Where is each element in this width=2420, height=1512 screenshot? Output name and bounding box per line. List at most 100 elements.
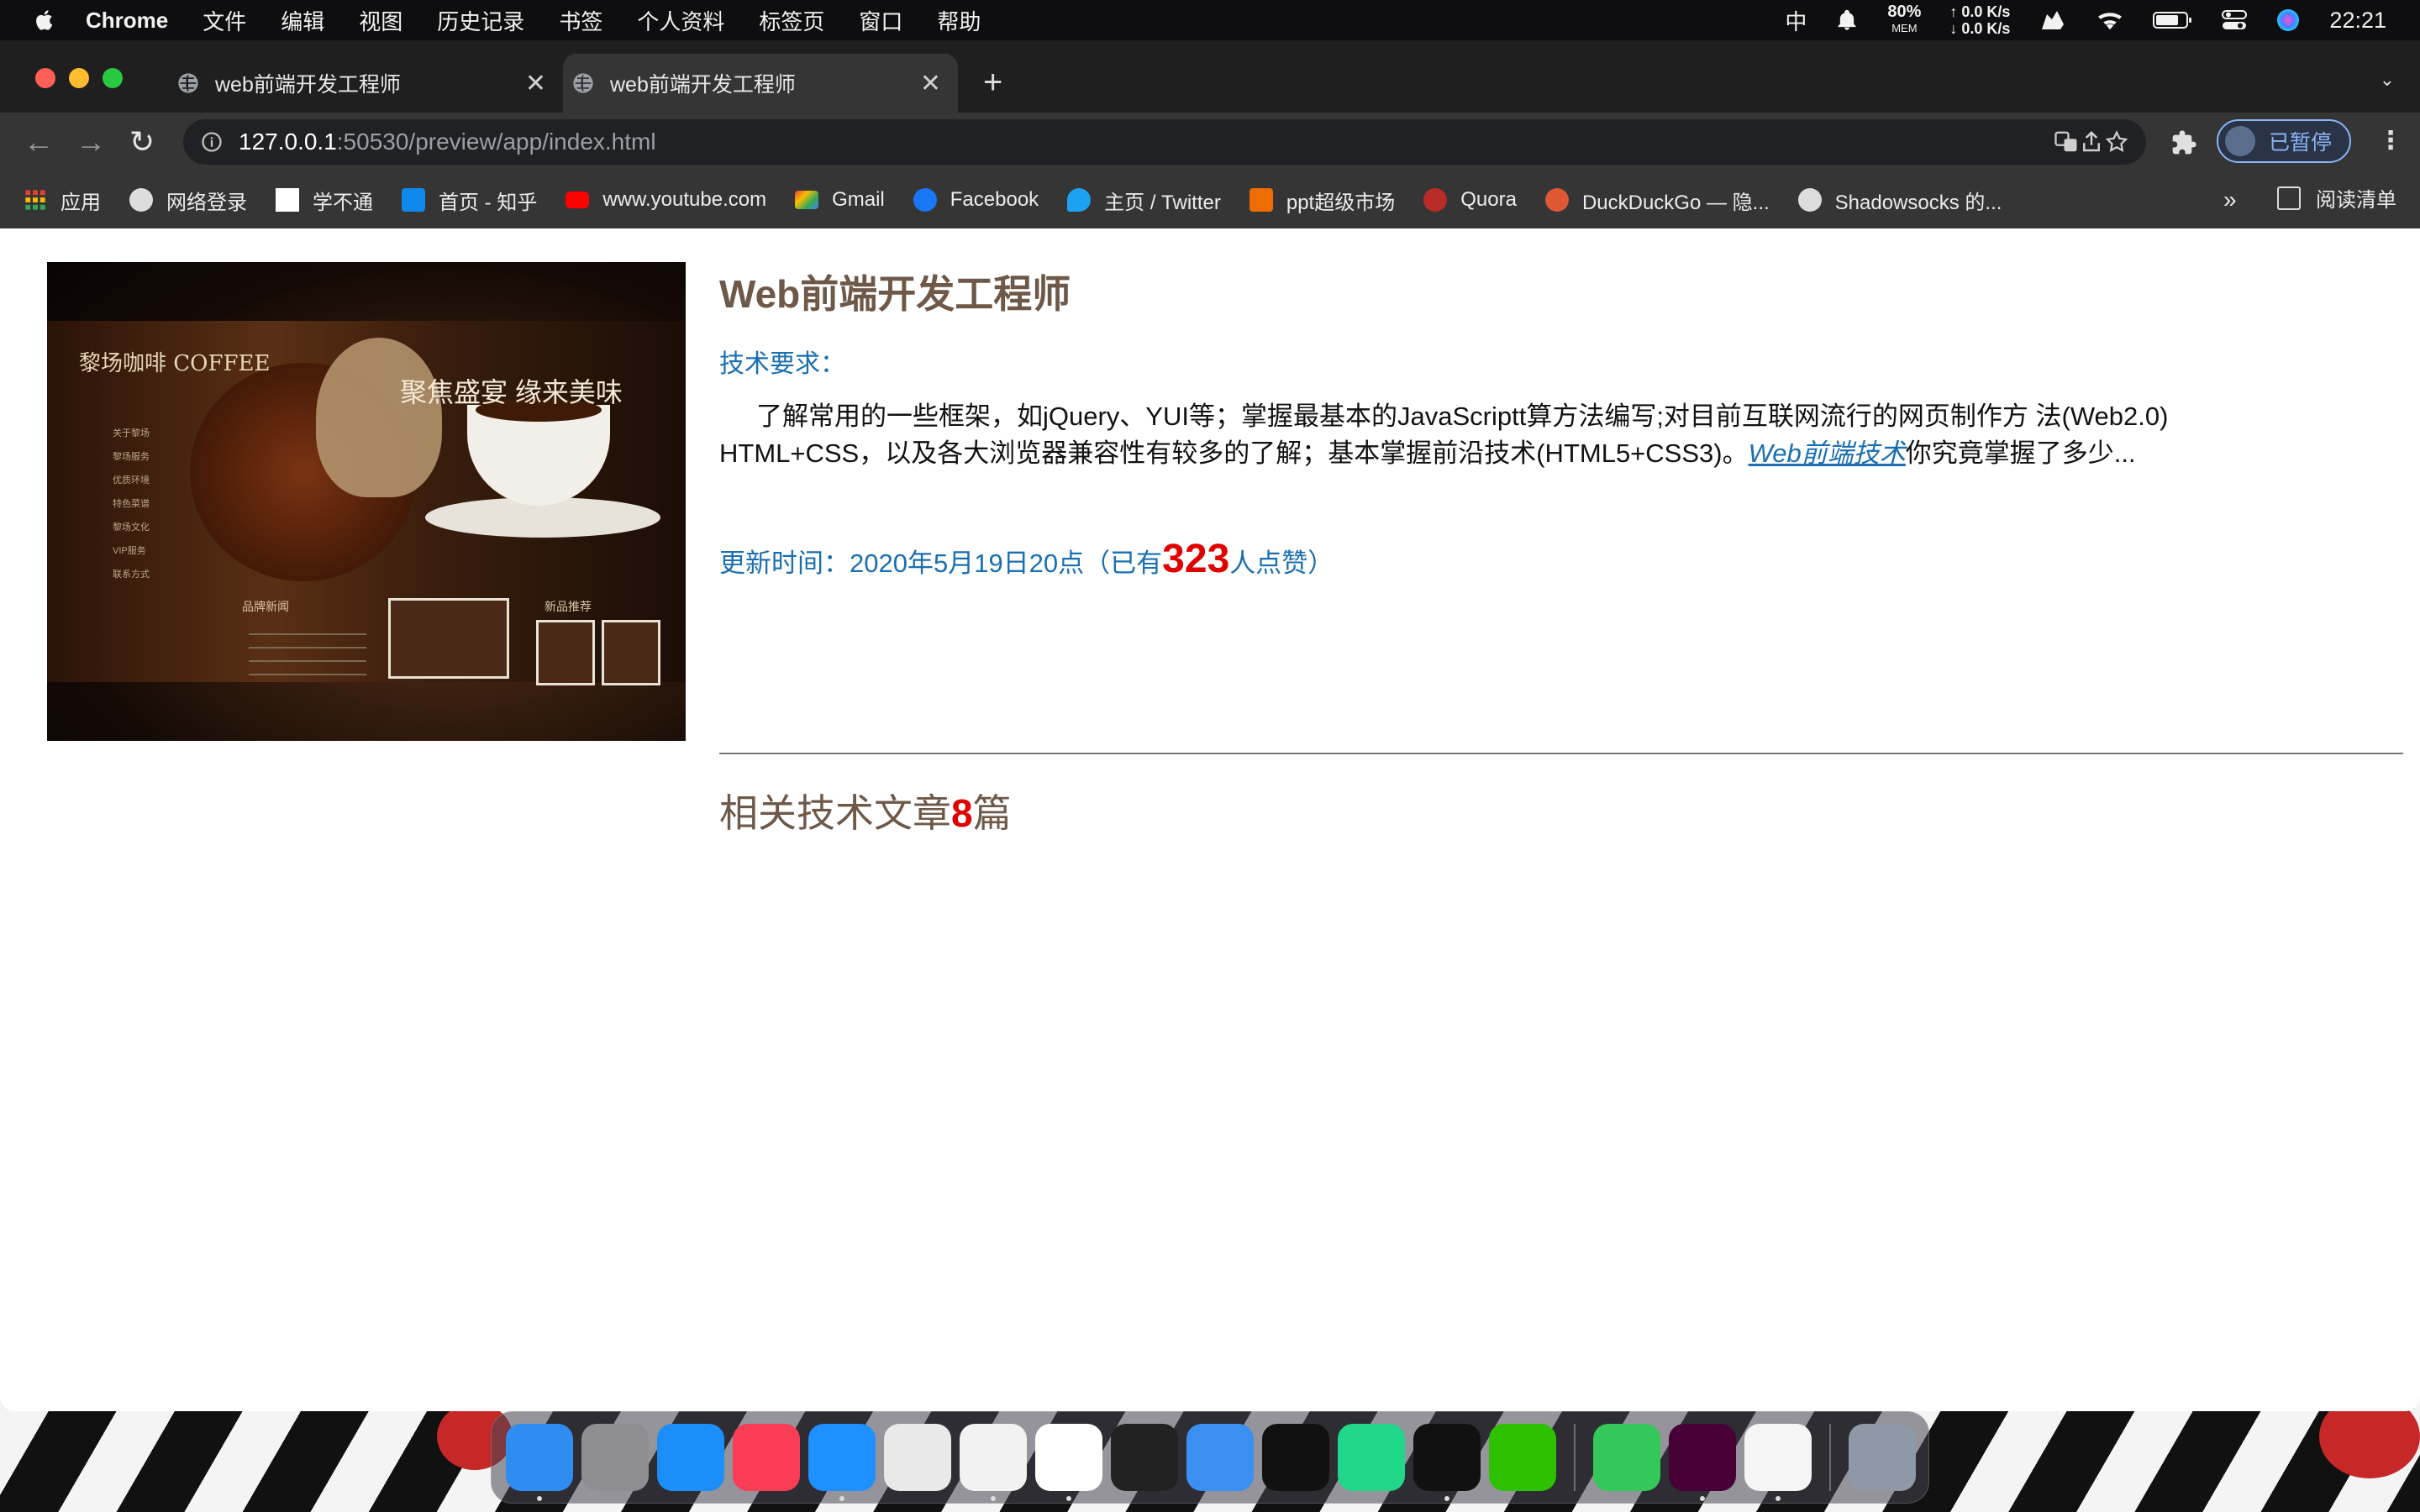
extensions-puzzle-icon[interactable] (2170, 129, 2197, 156)
bookmark-star-icon[interactable] (2104, 129, 2129, 155)
close-tab-icon[interactable]: ✕ (920, 69, 941, 98)
bookmark-item[interactable]: www.youtube.com (566, 188, 766, 212)
bookmark-item[interactable]: 网络登录 (129, 186, 247, 215)
dock-launchpad-icon[interactable] (581, 1424, 649, 1491)
menu-app-name[interactable]: Chrome (86, 8, 168, 34)
memory-label: MEM (1891, 22, 1918, 34)
description-tail: 你究竟掌握了多少... (1905, 438, 2136, 468)
dock-preview-icon[interactable] (884, 1424, 951, 1491)
bookmark-item[interactable]: DuckDuckGo — 隐... (1544, 186, 1770, 215)
page-icon (276, 188, 299, 212)
control-center-icon[interactable] (2222, 9, 2248, 31)
bookmark-label: 学不通 (313, 191, 373, 214)
translate-icon[interactable] (2054, 129, 2079, 155)
dock-app-store-icon[interactable] (657, 1424, 724, 1491)
forward-button[interactable]: → (76, 124, 106, 160)
bookmark-item[interactable]: 首页 - 知乎 (402, 186, 537, 215)
bookmark-apps[interactable]: 应用 (24, 186, 101, 215)
reading-list-button[interactable]: 阅读清单 (2277, 183, 2396, 213)
menu-file[interactable]: 文件 (203, 5, 246, 36)
close-window-button[interactable] (35, 68, 55, 88)
bookmark-label: ppt超级市场 (1286, 191, 1396, 214)
dock-dreamweaver-icon[interactable] (1669, 1424, 1736, 1501)
pet-icon[interactable] (2039, 8, 2067, 33)
related-count: 8 (951, 791, 973, 835)
minimize-window-button[interactable] (69, 68, 89, 88)
close-tab-icon[interactable]: ✕ (525, 69, 546, 98)
article-title: Web前端开发工程师 (719, 272, 1071, 316)
running-indicator (1700, 1496, 1705, 1501)
bookmark-item[interactable]: Gmail (795, 188, 885, 212)
dock-safari-icon[interactable] (808, 1424, 876, 1501)
more-menu-icon[interactable]: ⋮ (2378, 126, 2403, 155)
gmail-icon (795, 191, 819, 209)
dock-trash-icon[interactable] (1849, 1424, 1916, 1491)
dock-finder-icon[interactable] (506, 1424, 573, 1501)
siri-icon[interactable] (2275, 8, 2301, 33)
reload-button[interactable]: ↻ (129, 124, 155, 160)
banner-menu-item: 优质环境 (113, 475, 150, 486)
bookmark-item[interactable]: 主页 / Twitter (1067, 186, 1221, 215)
bookmark-item[interactable]: 学不通 (276, 186, 373, 215)
bookmarks-overflow-chevron[interactable]: » (2223, 186, 2237, 213)
bookmark-item[interactable]: Facebook (913, 188, 1039, 212)
dock (491, 1411, 1929, 1504)
back-button[interactable]: ← (24, 124, 54, 160)
site-info-icon[interactable] (200, 130, 224, 154)
bookmark-item[interactable]: ppt超级市场 (1249, 186, 1395, 215)
memory-usage[interactable]: 80% MEM (1887, 3, 1921, 36)
dock-chrome-icon[interactable] (1035, 1424, 1102, 1501)
apple-icon[interactable] (34, 8, 57, 32)
tab-active[interactable]: web前端开发工程师 ✕ (563, 54, 958, 113)
menu-edit[interactable]: 编辑 (281, 5, 324, 36)
menu-view[interactable]: 视图 (359, 5, 402, 36)
bookmark-label: DuckDuckGo — 隐... (1581, 191, 1770, 214)
menu-profiles[interactable]: 个人资料 (637, 5, 724, 36)
bookmark-label: www.youtube.com (602, 188, 767, 211)
dock-music-icon[interactable] (733, 1424, 800, 1491)
bookmark-label: 网络登录 (166, 191, 247, 214)
profile-button[interactable]: 已暂停 (2217, 119, 2351, 163)
dock-terminal-icon[interactable] (1262, 1424, 1329, 1491)
related-suffix: 篇 (972, 791, 1012, 835)
share-icon[interactable] (2079, 129, 2104, 155)
web-tech-link[interactable]: Web前端技术 (1749, 438, 1906, 468)
bookmarks-bar: 应用 网络登录 学不通 首页 - 知乎 www.youtube.com Gmai… (0, 171, 2420, 228)
menu-window[interactable]: 窗口 (859, 5, 902, 36)
dock-typora-icon[interactable] (960, 1424, 1027, 1501)
network-speed[interactable]: ↑ 0.0 K/s ↓ 0.0 K/s (1949, 3, 2010, 37)
menu-history[interactable]: 历史记录 (437, 5, 524, 36)
dock-mail-icon[interactable] (1186, 1424, 1254, 1491)
quora-icon (1423, 188, 1448, 212)
url-host: 127.0.0.1 (239, 129, 337, 155)
bookmark-item[interactable]: Shadowsocks 的... (1797, 186, 2002, 215)
network-upload: ↑ 0.0 K/s (1949, 3, 2011, 20)
battery-icon[interactable] (2153, 10, 2193, 30)
dock-wps-icon[interactable] (1744, 1424, 1812, 1501)
wifi-icon[interactable] (2096, 8, 2124, 32)
dock-pycharm-icon[interactable] (1338, 1424, 1405, 1491)
youtube-icon (566, 192, 590, 208)
menu-bookmarks[interactable]: 书签 (559, 5, 602, 36)
zoom-window-button[interactable] (103, 68, 123, 88)
status-area: 中 80% MEM ↑ 0.0 K/s ↓ 0.0 K/s 22:21 (1785, 0, 2420, 40)
bookmark-label: 应用 (60, 191, 101, 214)
dock-activity-monitor-icon[interactable] (1111, 1424, 1178, 1491)
new-tab-button[interactable]: + (983, 64, 1002, 102)
bookmark-item[interactable]: Quora (1423, 188, 1517, 212)
input-method-indicator[interactable]: 中 (1785, 5, 1807, 36)
dock-wechat-icon[interactable] (1489, 1424, 1556, 1491)
tab-search-chevron-icon[interactable]: ⌄ (2380, 69, 2395, 91)
menu-tab[interactable]: 标签页 (759, 5, 824, 36)
menu-help[interactable]: 帮助 (937, 5, 981, 36)
bookmark-label: 主页 / Twitter (1104, 191, 1221, 214)
notification-bell-icon[interactable] (1835, 8, 1859, 32)
dock-messages-icon[interactable] (1593, 1424, 1660, 1491)
address-bar[interactable]: 127.0.0.1:50530/preview/app/index.html (183, 119, 2146, 165)
dock-qq-icon[interactable] (1413, 1424, 1481, 1501)
running-indicator (1066, 1496, 1071, 1501)
clock[interactable]: 22:21 (2329, 8, 2386, 34)
running-indicator (1776, 1496, 1781, 1501)
tab-inactive[interactable]: web前端开发工程师 ✕ (168, 54, 563, 113)
network-download: ↓ 0.0 K/s (1949, 20, 2011, 37)
